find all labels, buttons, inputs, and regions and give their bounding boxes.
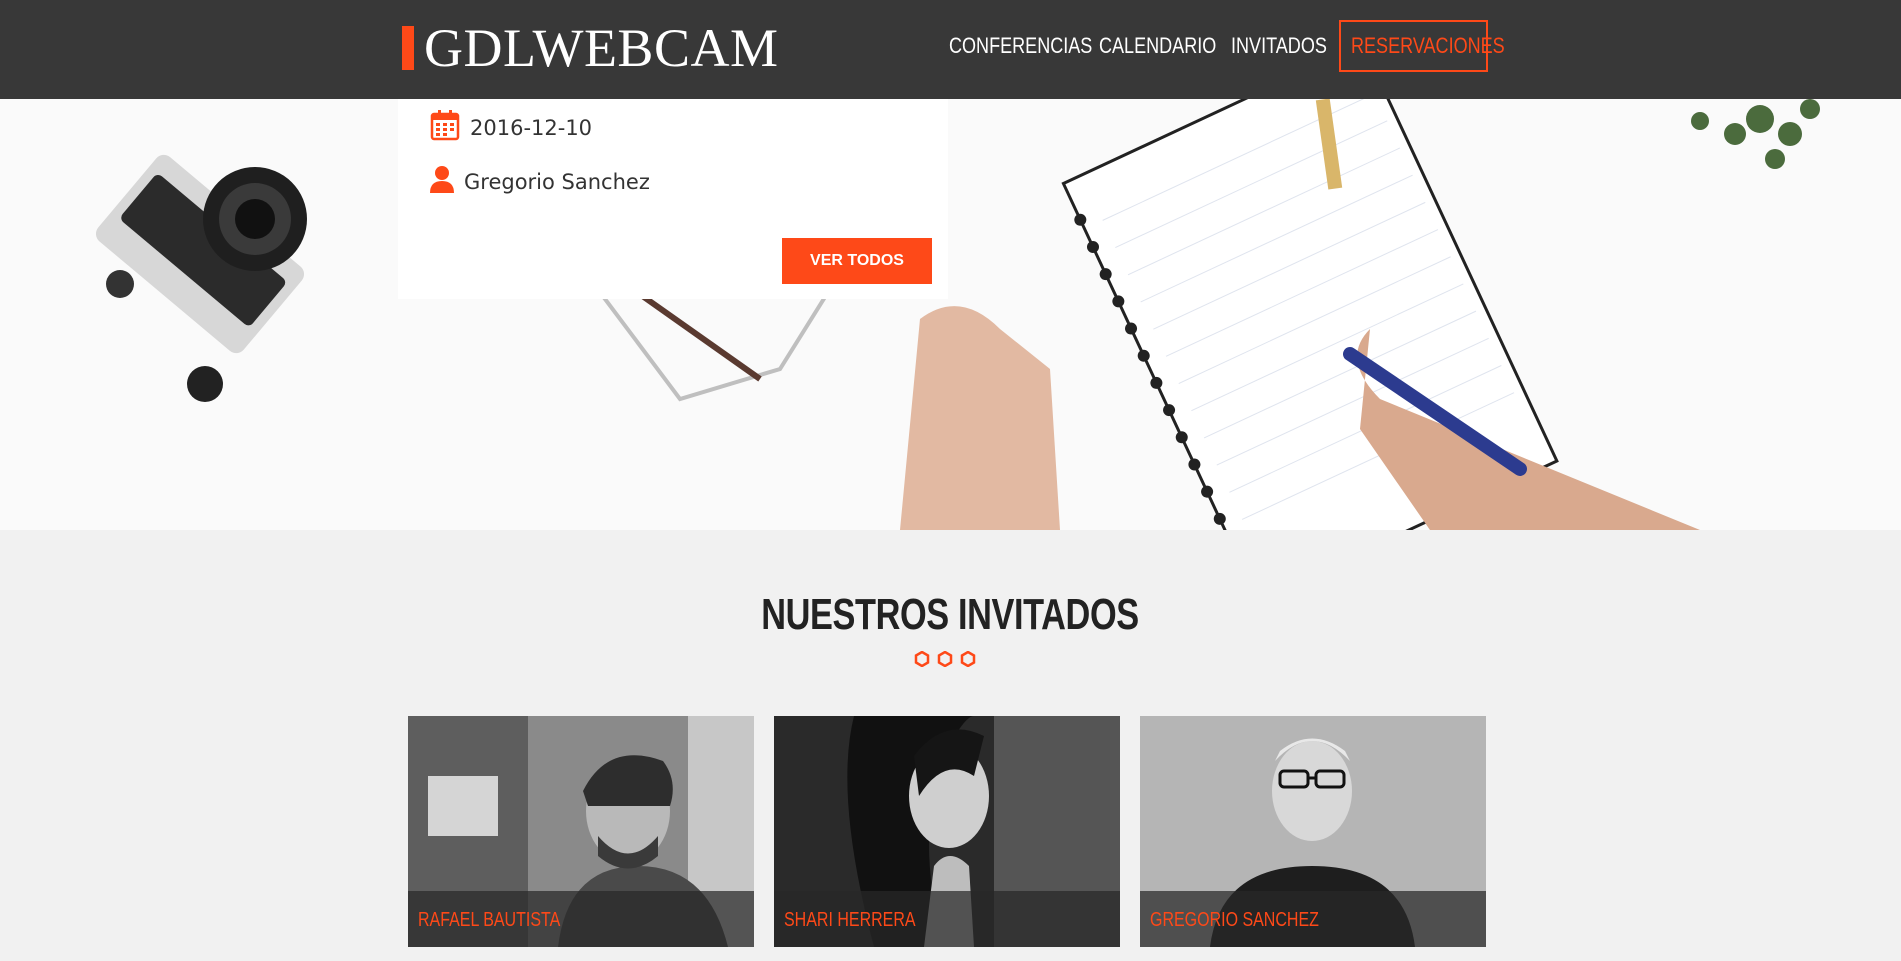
calendar-icon <box>430 109 470 146</box>
guest-card[interactable]: GREGORIO SANCHEZ <box>1140 716 1486 947</box>
nav-reservaciones[interactable]: RESERVACIONES <box>1339 20 1505 72</box>
logo-text: GDLWEBCAM <box>424 18 779 78</box>
guest-card[interactable]: RAFAEL BAUTISTA <box>408 716 754 947</box>
hexagon-icon <box>914 651 930 667</box>
section-title-text: NUESTROS INVITADOS <box>761 590 1140 639</box>
guest-name-text: RAFAEL BAUTISTA <box>418 909 561 931</box>
logo-accent-bar <box>402 26 414 70</box>
hero-background-image <box>0 99 1901 530</box>
guest-name-text: GREGORIO SANCHEZ <box>1150 909 1319 931</box>
event-author: Gregorio Sanchez <box>430 165 650 198</box>
user-icon <box>430 165 464 198</box>
nav-conferencias[interactable]: CONFERENCIAS <box>949 20 1124 72</box>
guests-grid: RAFAEL BAUTISTA SHARI HERRERA GREGORIO S… <box>408 716 1486 947</box>
event-date: 2016-12-10 <box>430 109 592 146</box>
guest-name: RAFAEL BAUTISTA <box>408 891 754 947</box>
guest-name-text: SHARI HERRERA <box>784 909 916 931</box>
hexagon-icon <box>937 651 953 667</box>
nav-conferencias-label: CONFERENCIAS <box>949 33 1093 58</box>
site-header: GDLWEBCAM CONFERENCIAS CALENDARIO INVITA… <box>0 0 1901 99</box>
event-author-text: Gregorio Sanchez <box>464 169 650 194</box>
section-divider <box>914 651 976 667</box>
nav-calendario[interactable]: CALENDARIO <box>1099 20 1242 72</box>
nav-calendario-label: CALENDARIO <box>1099 33 1217 58</box>
guest-card[interactable]: SHARI HERRERA <box>774 716 1120 947</box>
hero-banner: 2016-12-10 Gregorio Sanchez VER TODOS <box>0 99 1901 530</box>
nav-reservaciones-label: RESERVACIONES <box>1351 33 1505 58</box>
hexagon-icon <box>960 651 976 667</box>
guest-name: SHARI HERRERA <box>774 891 1120 947</box>
nav-invitados[interactable]: INVITADOS <box>1231 20 1348 72</box>
event-info-card: 2016-12-10 Gregorio Sanchez VER TODOS <box>398 99 948 299</box>
section-title: NUESTROS INVITADOS <box>0 590 1901 640</box>
nav-invitados-label: INVITADOS <box>1231 33 1327 58</box>
ver-todos-button[interactable]: VER TODOS <box>782 238 932 284</box>
guest-name: GREGORIO SANCHEZ <box>1140 891 1486 947</box>
event-date-text: 2016-12-10 <box>470 115 593 140</box>
site-logo[interactable]: GDLWEBCAM <box>402 18 779 78</box>
